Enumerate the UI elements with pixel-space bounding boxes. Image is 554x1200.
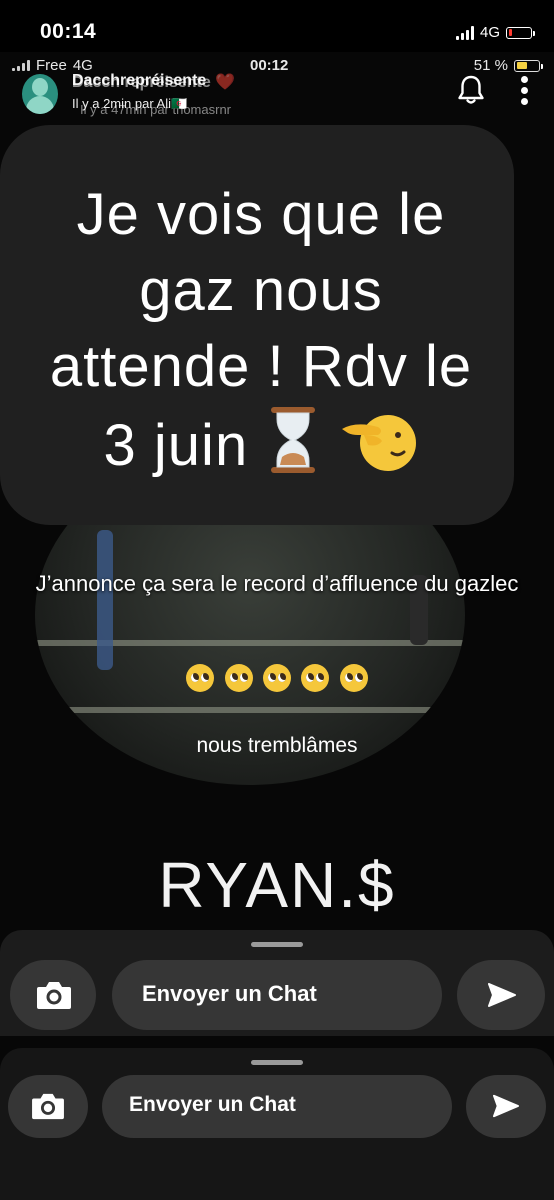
camera-button[interactable] xyxy=(10,960,96,1030)
inner-time: 00:12 xyxy=(250,57,289,74)
chat-input-placeholder: Envoyer un Chat xyxy=(129,1093,296,1116)
bell-icon[interactable] xyxy=(455,74,487,106)
more-vertical-icon[interactable] xyxy=(518,76,530,106)
drag-handle[interactable] xyxy=(251,1060,303,1065)
inner-signal-icon xyxy=(12,60,30,71)
story-text-bubble: Je vois que le gaz nous attende ! Rdv le… xyxy=(0,125,514,525)
pleading-face-icon xyxy=(224,664,253,692)
camera-icon xyxy=(30,1091,66,1121)
chat-input[interactable]: Envoyer un Chat xyxy=(102,1075,452,1138)
avatar[interactable] xyxy=(22,74,58,114)
status-time: 00:14 xyxy=(40,20,97,43)
chat-input[interactable]: Envoyer un Chat xyxy=(112,960,442,1030)
chat-bar-secondary: Envoyer un Chat xyxy=(0,1048,554,1200)
signal-icon xyxy=(455,25,474,40)
send-icon xyxy=(492,1093,520,1119)
inner-battery-percent: 51 % xyxy=(473,57,508,74)
battery-icon xyxy=(506,26,535,39)
signature-text: RYAN.$ xyxy=(158,849,396,921)
camera-icon xyxy=(35,979,73,1011)
caption-tremble: nous tremblâmes xyxy=(196,734,358,757)
send-button[interactable] xyxy=(457,960,545,1030)
chat-bar: Envoyer un Chat xyxy=(0,930,554,1036)
caption-announcement: J’annonce ça sera le record d’affluence … xyxy=(35,571,519,596)
inner-battery-icon xyxy=(514,59,543,72)
story-title[interactable]: Dacchrepréisente xyxy=(72,72,206,90)
pleading-face-icon xyxy=(263,664,291,692)
send-button[interactable] xyxy=(466,1075,546,1138)
story-subtitle: Il y a 2min par Ali🇩🇿 xyxy=(72,96,188,111)
inner-carrier: Free xyxy=(36,57,67,74)
chat-input-placeholder: Envoyer un Chat xyxy=(142,981,317,1006)
pleading-face-icon xyxy=(186,664,215,692)
caption-emoji-row xyxy=(0,664,554,697)
camera-button[interactable] xyxy=(8,1075,88,1138)
hourglass-icon xyxy=(265,405,321,494)
send-icon xyxy=(487,981,517,1009)
network-type: 4G xyxy=(479,24,500,41)
pleading-face-icon xyxy=(339,664,368,692)
status-indicators: 4G xyxy=(455,24,535,41)
pointing-face-icon xyxy=(338,405,418,494)
drag-handle[interactable] xyxy=(251,942,303,947)
pleading-face-icon xyxy=(301,664,330,692)
